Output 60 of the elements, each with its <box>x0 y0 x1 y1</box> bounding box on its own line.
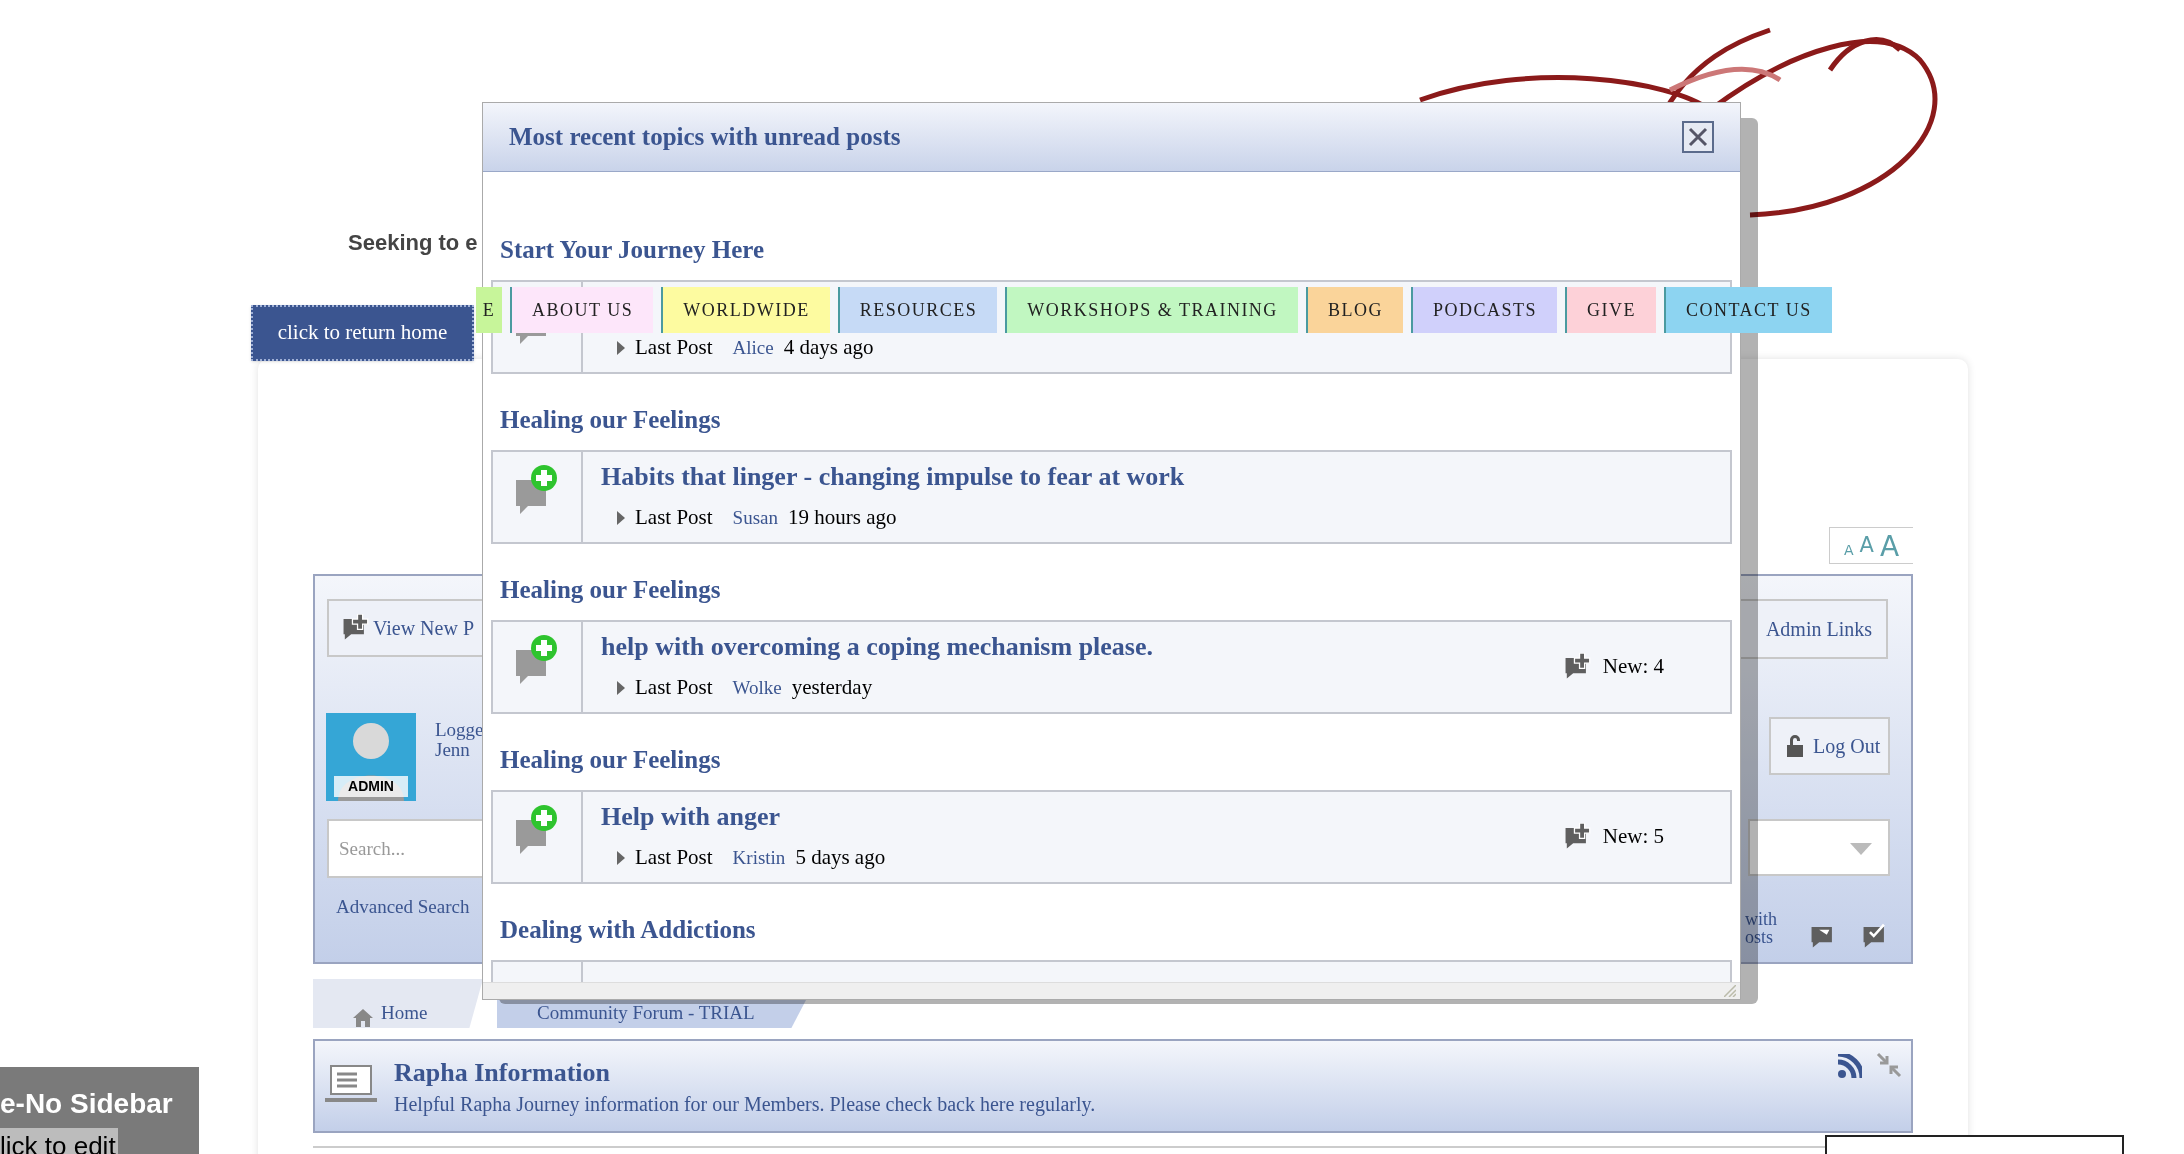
nav-link[interactable]: E <box>476 287 502 333</box>
expand-arrow-icon <box>617 510 625 525</box>
nav-link[interactable]: BLOG <box>1305 287 1403 333</box>
post-time: 19 hours ago <box>788 504 897 531</box>
resize-grip-icon <box>1724 985 1736 997</box>
expand-arrow-icon <box>617 680 625 695</box>
nav-link[interactable]: WORLDWIDE <box>661 287 830 333</box>
section-heading[interactable]: Healing our Feelings <box>491 743 1732 777</box>
author-link[interactable]: Alice <box>732 333 774 362</box>
dropdown-field[interactable] <box>1748 819 1890 876</box>
close-button[interactable] <box>1682 121 1714 153</box>
breadcrumb[interactable]: Home <box>313 979 483 1028</box>
post-time: yesterday <box>791 674 873 701</box>
section-heading[interactable]: Dealing with Addictions <box>491 913 1732 947</box>
nav-link[interactable]: PODCASTS <box>1410 287 1557 333</box>
last-post-label: Last Post <box>635 844 713 871</box>
new-posts-count: New: 4 <box>1602 653 1664 681</box>
topic-title[interactable]: Help with anger <box>601 800 1563 834</box>
username-link[interactable]: Jenn <box>435 740 470 760</box>
close-icon <box>1688 127 1708 147</box>
board-title[interactable]: Rapha Information <box>394 1058 610 1088</box>
new-posts-count: New: 5 <box>1602 823 1664 851</box>
section-heading[interactable]: Start Your Journey Here <box>491 233 1732 267</box>
view-new-posts-button[interactable]: View New P <box>327 599 482 657</box>
admin-badge: ADMIN <box>334 776 408 797</box>
section-heading[interactable]: Healing our Feelings <box>491 573 1732 607</box>
nav-link[interactable]: WORKSHOPS & TRAINING <box>1005 287 1298 333</box>
tagline: Seeking to e <box>348 229 478 257</box>
nav-link[interactable]: CONTACT US <box>1663 287 1832 333</box>
collapse-icon <box>1876 1052 1902 1078</box>
post-time: 4 days ago <box>783 334 874 361</box>
nav-link[interactable]: GIVE <box>1564 287 1656 333</box>
last-post-label: Last Post <box>635 674 713 701</box>
author-link[interactable]: Susan <box>732 503 778 532</box>
author-link[interactable]: Wolke <box>732 673 782 702</box>
new-post-icon <box>341 614 369 642</box>
board-description: Helpful Rapha Journey information for our Members. Please check back here regularly. <box>394 1092 1096 1117</box>
advanced-search-link[interactable]: Advanced Search <box>336 893 470 922</box>
unread-posts-link[interactable]: with osts <box>1745 910 1777 946</box>
expand-arrow-icon <box>617 850 625 865</box>
padlock-icon <box>1787 735 1803 757</box>
nav-link[interactable]: RESOURCES <box>837 287 998 333</box>
nav-link[interactable]: ABOUT US <box>510 287 654 333</box>
post-time: 5 days ago <box>795 844 886 871</box>
return-home-button[interactable]: click to return home <box>251 305 474 361</box>
modal-title: Most recent topics with unread posts <box>509 122 901 153</box>
home-icon <box>353 1009 373 1027</box>
caret-icon <box>1850 843 1872 855</box>
topic-title[interactable]: Habits that linger - changing impulse to fear at work <box>601 460 1730 494</box>
last-post-label: Last Post <box>635 334 713 361</box>
rss-icon <box>1838 1054 1862 1078</box>
topic-title[interactable]: help with overcoming a coping mechanism please. <box>601 630 1563 664</box>
edit-panel-title: e-No Sidebar <box>0 1087 173 1121</box>
author-link[interactable]: Kristin <box>732 843 786 872</box>
expand-arrow-icon <box>617 340 625 355</box>
section-heading[interactable]: Healing our Feelings <box>491 403 1732 437</box>
last-post-label: Last Post <box>635 504 713 531</box>
laptop-icon <box>325 1064 377 1104</box>
log-out-button[interactable]: Log Out <box>1769 717 1890 775</box>
logged-in-label: Logge <box>435 720 484 740</box>
